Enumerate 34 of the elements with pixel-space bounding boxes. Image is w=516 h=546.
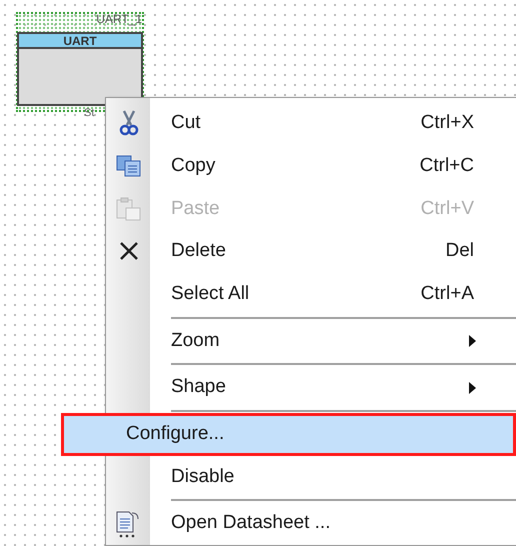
- submenu-arrow-icon: [469, 382, 476, 394]
- scissors-icon: [118, 110, 138, 136]
- submenu-arrow-icon: [469, 334, 476, 347]
- menu-item-label: Cut: [171, 111, 202, 136]
- menu-item-label: Zoom: [171, 328, 221, 353]
- menu-item-label: Select All: [171, 282, 250, 306]
- shortcut-text: Ctrl+X: [420, 111, 474, 136]
- menu-item-label: Configure...: [126, 422, 226, 446]
- menu-item[interactable]: Delete Del: [151, 230, 516, 273]
- menu-item[interactable]: Disable: [151, 456, 516, 498]
- menu-item[interactable]: Select All Ctrl+A: [151, 272, 516, 316]
- menu-item[interactable]: Zoom: [151, 319, 516, 362]
- delete-icon: [118, 241, 138, 262]
- menu-item[interactable]: Open Datasheet ...: [151, 502, 516, 545]
- instance-name: UART_1: [96, 12, 142, 26]
- menu-item-label: Copy: [171, 154, 216, 178]
- menu-item-label: Delete: [171, 239, 227, 264]
- menu-item-label: Open Datasheet ...: [171, 511, 332, 536]
- terminal-label: St: [84, 107, 94, 119]
- menu-item[interactable]: Copy Ctrl+C: [151, 144, 516, 188]
- copy-icon: [116, 155, 142, 178]
- menu-item[interactable]: Configure...: [61, 412, 516, 456]
- menu-item[interactable]: Shape: [151, 366, 516, 409]
- uart-component[interactable]: UART: [17, 32, 143, 106]
- menu-item-label: Paste: [171, 196, 221, 220]
- component-title: UART: [63, 34, 97, 46]
- shortcut-text: Ctrl+A: [420, 282, 474, 306]
- paste-icon: [116, 196, 142, 221]
- shortcut-text: Del: [445, 239, 474, 264]
- shortcut-text: Ctrl+C: [420, 154, 474, 178]
- menu-item[interactable]: Cut Ctrl+X: [151, 102, 516, 145]
- shortcut-text: Ctrl+V: [420, 196, 474, 220]
- menu-item-label: Shape: [171, 375, 227, 400]
- menu-item-label: Disable: [171, 464, 236, 489]
